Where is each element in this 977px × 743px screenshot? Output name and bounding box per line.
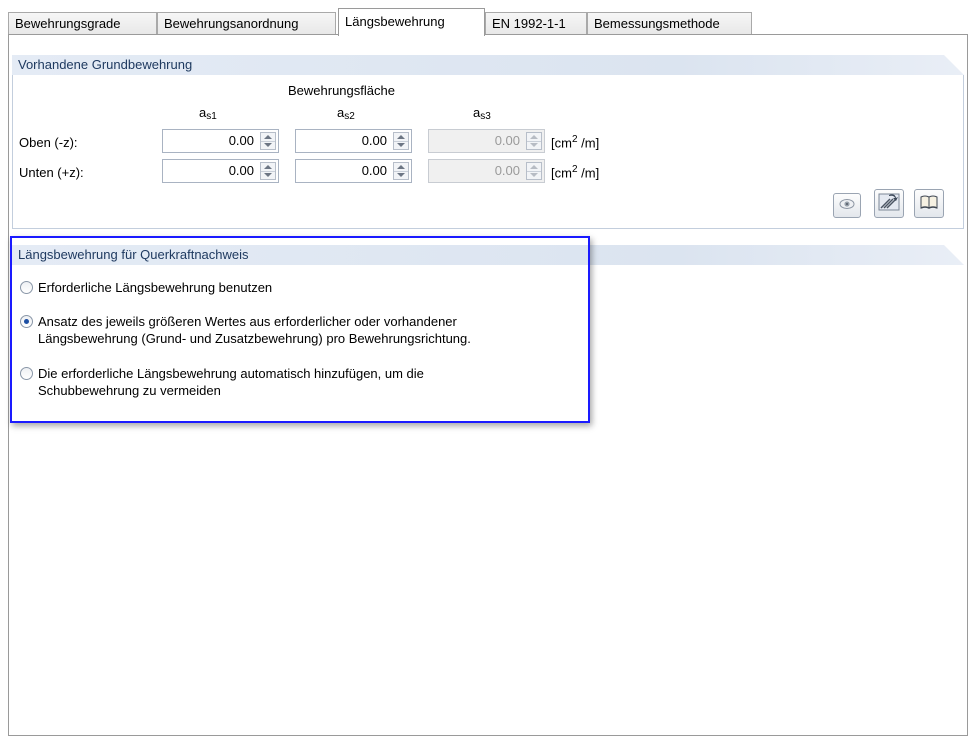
option-automatisch[interactable]: Die erforderliche Längsbewehrung automat…	[20, 365, 424, 399]
oben-as3-spinner	[526, 132, 542, 150]
spin-down-icon	[527, 141, 541, 149]
spin-down-icon[interactable]	[394, 141, 408, 149]
unten-as1-value: 0.00	[228, 163, 254, 178]
row-label-unten: Unten (+z):	[19, 165, 84, 180]
tab-en-1992-1-1[interactable]: EN 1992-1-1	[485, 12, 587, 34]
spin-down-icon	[527, 171, 541, 179]
option-groesserer-wert[interactable]: Ansatz des jeweils größeren Wertes aus e…	[20, 313, 471, 347]
section-header-grundbewehrung: Vorhandene Grundbewehrung	[12, 55, 964, 75]
unten-as1-input[interactable]: 0.00	[162, 159, 279, 183]
tab-bewehrungsgrade[interactable]: Bewehrungsgrade	[8, 12, 157, 34]
view-button[interactable]	[833, 193, 861, 218]
spin-down-icon[interactable]	[394, 171, 408, 179]
radio-automatisch[interactable]	[20, 367, 33, 380]
radio-groesserer-wert[interactable]	[20, 315, 33, 328]
oben-as1-input[interactable]: 0.00	[162, 129, 279, 153]
column-header-as1: as1	[199, 105, 217, 122]
tab-content-panel: Vorhandene Grundbewehrung Bewehrungsfläc…	[8, 34, 968, 736]
unten-as3-input: 0.00	[428, 159, 545, 183]
oben-as3-input: 0.00	[428, 129, 545, 153]
info-book-button[interactable]	[914, 189, 944, 218]
oben-as1-value: 0.00	[228, 133, 254, 148]
tab-laengsbewehrung[interactable]: Längsbewehrung	[338, 8, 485, 36]
grundbewehrung-group: Bewehrungsfläche as1 as2 as3 Oben (-z): …	[12, 75, 964, 229]
unit-label-unten: [cm2 /m]	[551, 164, 600, 181]
option-groesserer-wert-label[interactable]: Ansatz des jeweils größeren Wertes aus e…	[38, 313, 471, 347]
unten-as2-spinner[interactable]	[393, 162, 409, 180]
book-icon	[919, 194, 939, 213]
section-header-querkraft: Längsbewehrung für Querkraftnachweis	[12, 245, 964, 265]
row-label-oben: Oben (-z):	[19, 135, 78, 150]
oben-as2-value: 0.00	[361, 133, 387, 148]
unten-as2-input[interactable]: 0.00	[295, 159, 412, 183]
unten-as3-value: 0.00	[494, 163, 520, 178]
radio-erforderliche[interactable]	[20, 281, 33, 294]
rebar-import-icon	[878, 192, 900, 215]
oben-as2-input[interactable]: 0.00	[295, 129, 412, 153]
oben-as3-value: 0.00	[494, 133, 520, 148]
tab-bemessungsmethode[interactable]: Bemessungsmethode	[587, 12, 752, 34]
unten-as1-spinner[interactable]	[260, 162, 276, 180]
spin-down-icon[interactable]	[261, 141, 275, 149]
spin-down-icon[interactable]	[261, 171, 275, 179]
option-erforderliche[interactable]: Erforderliche Längsbewehrung benutzen	[20, 279, 272, 296]
option-erforderliche-label[interactable]: Erforderliche Längsbewehrung benutzen	[38, 279, 272, 296]
column-header-as3: as3	[473, 105, 491, 122]
option-automatisch-label[interactable]: Die erforderliche Längsbewehrung automat…	[38, 365, 424, 399]
eye-icon	[839, 198, 855, 213]
unten-as2-value: 0.00	[361, 163, 387, 178]
oben-as2-spinner[interactable]	[393, 132, 409, 150]
unten-as3-spinner	[526, 162, 542, 180]
import-rebar-button[interactable]	[874, 189, 904, 218]
unit-label-oben: [cm2 /m]	[551, 134, 600, 151]
area-label: Bewehrungsfläche	[288, 83, 395, 98]
querkraft-group: Erforderliche Längsbewehrung benutzen An…	[12, 265, 964, 732]
oben-as1-spinner[interactable]	[260, 132, 276, 150]
column-header-as2: as2	[337, 105, 355, 122]
tab-bewehrungsanordnung[interactable]: Bewehrungsanordnung	[157, 12, 336, 34]
